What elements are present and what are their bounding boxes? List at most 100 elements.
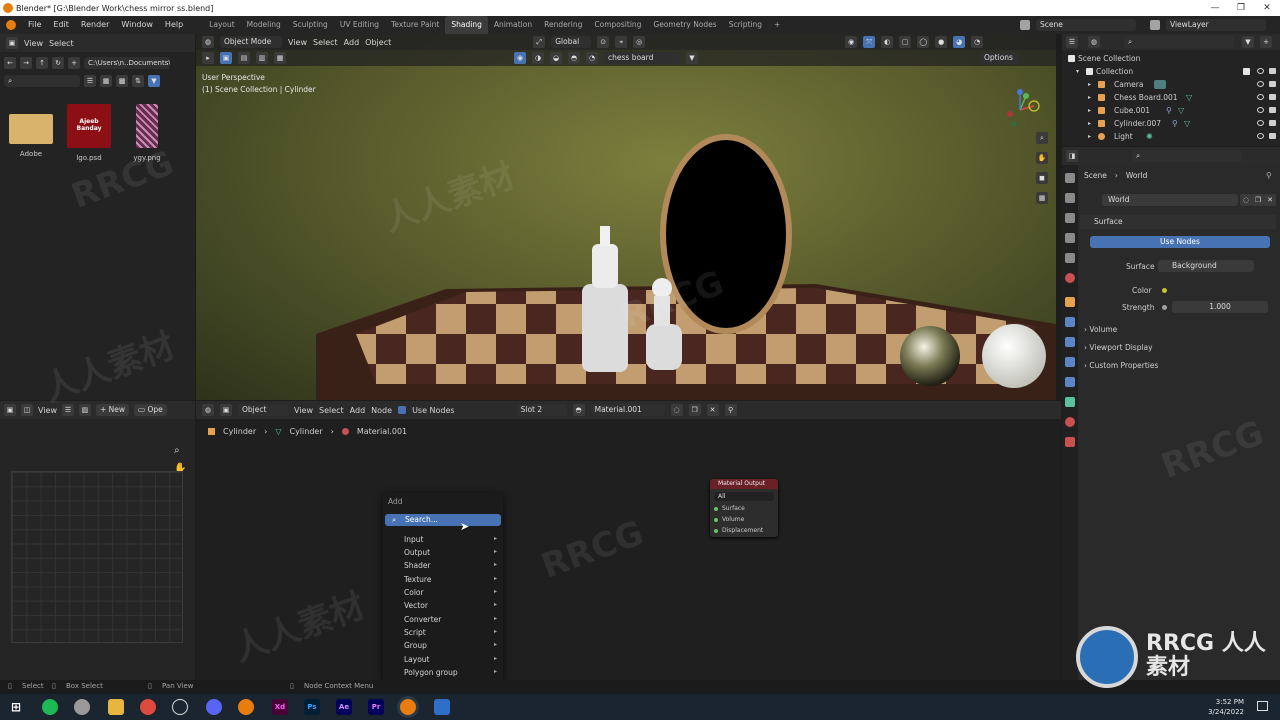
render-camera-icon[interactable] [1269,68,1276,74]
eye-icon[interactable] [1257,107,1264,113]
add-menu-polygon-group[interactable]: Polygon group ▸ [404,668,501,677]
add-menu-search[interactable]: ⌕ Search... [385,514,501,526]
surface-panel-header[interactable]: Surface [1080,215,1276,229]
render-tab-icon[interactable] [1065,193,1075,203]
world-crumb[interactable]: World [1126,171,1148,180]
new-image-button[interactable]: + New [95,404,130,416]
displacement-socket[interactable]: Displacement [714,527,763,534]
tab-layout[interactable]: Layout [203,16,241,34]
editor-type-icon[interactable]: ▣ [4,404,16,416]
path-field[interactable]: C:\Users\n..Documents\ [84,57,170,69]
xd-icon[interactable]: Xd [272,699,288,715]
particles-tab-icon[interactable] [1065,337,1075,347]
use-nodes-checkbox[interactable] [398,406,407,414]
eye-icon[interactable] [1257,94,1264,100]
photos-icon[interactable] [434,699,450,715]
volume-panel-header[interactable]: › Volume [1084,325,1117,334]
add-menu-output[interactable]: Output ▸ [404,548,501,557]
modifier-tab-icon[interactable] [1065,317,1075,327]
outliner-search-input[interactable]: ⌕ [1124,36,1234,48]
surface-shader-select[interactable]: Background [1158,260,1254,272]
outliner-item-light[interactable]: ▸ Light ✺ [1062,130,1280,143]
fake-user-icon[interactable]: ◌ [670,404,683,416]
open-image-button[interactable]: ▭ Ope [134,404,167,416]
menu-file[interactable]: File [22,16,47,34]
tab-scripting[interactable]: Scripting [723,16,768,34]
new-folder-icon[interactable]: + [68,57,80,69]
tab-sculpting[interactable]: Sculpting [287,16,334,34]
view-thumbs-icon[interactable]: ▩ [116,75,128,87]
material-browse-icon[interactable]: ◓ [572,404,585,416]
constraints-tab-icon[interactable] [1065,377,1075,387]
back-icon[interactable]: ← [4,57,16,69]
use-nodes-button[interactable]: Use Nodes [1090,236,1270,248]
add-menu-color[interactable]: Color ▸ [404,588,501,597]
duplicate-icon[interactable]: ❐ [688,404,701,416]
filter-search-input[interactable]: ⌕ [4,75,80,87]
display-mode-icon[interactable]: ◍ [1088,36,1100,48]
maximize-button[interactable]: ❐ [1228,0,1254,16]
premiere-icon[interactable]: Pr [368,699,384,715]
outliner-item-camera[interactable]: ▸ Camera [1062,78,1280,91]
refresh-icon[interactable]: ↻ [52,57,64,69]
chrome-icon[interactable] [140,699,156,715]
fb-menu-view[interactable]: View [24,39,43,48]
texture-tab-icon[interactable] [1065,437,1075,447]
outliner-item-chess-board[interactable]: ▸ Chess Board.001 ▽ [1062,91,1280,104]
node-header[interactable]: Material Output [710,479,778,489]
tab-rendering[interactable]: Rendering [538,16,588,34]
minimize-button[interactable]: — [1202,0,1228,16]
zoom-icon[interactable]: ⌕ [174,445,180,456]
menu-help[interactable]: Help [159,16,189,34]
tab-compositing[interactable]: Compositing [588,16,647,34]
viewlayer-field[interactable]: ViewLayer [1166,19,1266,31]
render-camera-icon[interactable] [1269,120,1276,126]
image-browse-icon[interactable]: ▨ [78,404,91,416]
blender-taskbar-icon[interactable] [238,699,254,715]
pin-icon[interactable]: ⚲ [1266,171,1272,180]
shader-node-editor[interactable]: ◍ ▣ Object View Select Add Node Use Node… [196,401,1061,680]
outliner-root[interactable]: Scene Collection [1062,52,1280,65]
custom-properties-panel-header[interactable]: › Custom Properties [1084,361,1158,370]
editor-type-icon[interactable]: ☰ [1066,36,1078,48]
blender-active-icon[interactable] [400,699,416,715]
sort-icon[interactable]: ⇅ [132,75,144,87]
ne-menu-node[interactable]: Node [371,406,392,415]
duplicate-icon[interactable]: ❐ [1252,194,1264,206]
after-effects-icon[interactable]: Ae [336,699,352,715]
properties-search-input[interactable]: ⌕ [1132,150,1242,162]
viewport-display-panel-header[interactable]: › Viewport Display [1084,343,1153,352]
output-tab-icon[interactable] [1065,213,1075,223]
outliner-collection[interactable]: ▾ Collection [1062,65,1280,78]
scene-field[interactable]: Scene [1036,19,1136,31]
add-menu-shader[interactable]: Shader ▸ [404,561,501,570]
add-menu-input[interactable]: Input ▸ [404,535,501,544]
eye-icon[interactable] [1257,120,1264,126]
tab-geometry-nodes[interactable]: Geometry Nodes [647,16,722,34]
add-menu-script[interactable]: Script ▸ [404,628,501,637]
eye-icon[interactable] [1257,68,1264,74]
uv-grid[interactable] [11,471,183,643]
checkbox-icon[interactable] [1243,68,1250,75]
unlink-icon[interactable]: ✕ [706,404,719,416]
fake-user-icon[interactable]: ◌ [1240,194,1252,206]
ne-menu-add[interactable]: Add [350,406,366,415]
add-menu-vector[interactable]: Vector ▸ [404,601,501,610]
view-layer-tab-icon[interactable] [1065,233,1075,243]
photoshop-icon[interactable]: Ps [304,699,320,715]
tab-texture-paint[interactable]: Texture Paint [385,16,445,34]
world-tab-icon[interactable] [1065,273,1075,283]
material-name-field[interactable]: Material.001 [590,404,665,416]
tab-animation[interactable]: Animation [488,16,538,34]
parent-dir-icon[interactable]: ↑ [36,57,48,69]
shader-type-select[interactable]: Object [238,404,288,416]
scene-crumb[interactable]: Scene [1084,171,1107,180]
add-menu-converter[interactable]: Converter ▸ [404,615,501,624]
mode-icon[interactable]: ◫ [21,404,33,416]
fb-menu-select[interactable]: Select [49,39,74,48]
render-camera-icon[interactable] [1269,81,1276,87]
system-clock[interactable]: 3:52 PM 3/24/2022 [1208,697,1244,717]
view-list-icon[interactable]: ☰ [84,75,96,87]
surface-socket[interactable]: Surface [714,505,745,512]
material-output-node[interactable]: Material Output All Surface Volume Displ… [710,479,778,537]
